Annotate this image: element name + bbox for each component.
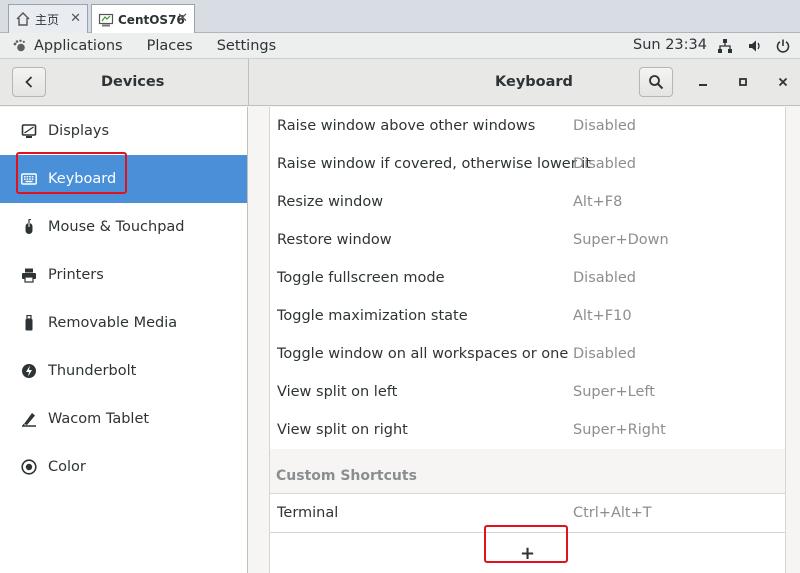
search-icon — [649, 75, 664, 90]
sidebar-item-label: Displays — [48, 123, 110, 139]
power-icon[interactable] — [774, 37, 792, 55]
shortcut-row[interactable]: View split on left Super+Left — [270, 373, 785, 411]
shortcut-row[interactable]: Toggle maximization state Alt+F10 — [270, 297, 785, 335]
custom-shortcuts-heading: Custom Shortcuts — [276, 468, 417, 484]
shortcut-accel: Super+Right — [573, 422, 666, 438]
keyboard-icon — [20, 170, 38, 188]
sidebar-item-mouse-touchpad[interactable]: Mouse & Touchpad — [0, 203, 247, 251]
applications-label: Applications — [34, 37, 123, 54]
color-icon — [20, 458, 38, 476]
vm-tab-strip: 主页 ✕ CentOS76 ✕ — [0, 0, 800, 34]
search-button[interactable] — [639, 67, 673, 97]
shortcut-name: Terminal — [277, 505, 339, 521]
settings-label: Settings — [216, 37, 277, 54]
usb-drive-icon — [20, 314, 38, 332]
shortcut-row[interactable]: Toggle fullscreen mode Disabled — [270, 259, 785, 297]
vm-tab-label: CentOS76 — [118, 12, 185, 27]
custom-shortcut-row-terminal[interactable]: Terminal Ctrl+Alt+T — [270, 494, 785, 532]
vm-screen-icon — [98, 12, 114, 28]
shortcut-row[interactable]: Restore window Super+Down — [270, 221, 785, 259]
shortcut-accel: Ctrl+Alt+T — [573, 505, 652, 521]
display-icon — [20, 122, 38, 140]
sidebar-item-wacom-tablet[interactable]: Wacom Tablet — [0, 395, 247, 443]
settings-menu[interactable]: Settings — [205, 33, 288, 59]
sidebar: Displays Keyboard Mouse & Touchpad Print… — [0, 107, 248, 573]
shortcut-row[interactable]: View split on right Super+Right — [270, 411, 785, 449]
sidebar-item-label: Mouse & Touchpad — [48, 219, 185, 235]
custom-shortcut-list: Terminal Ctrl+Alt+T + — [270, 493, 785, 573]
chevron-left-icon — [25, 76, 33, 88]
shortcut-name: Raise window if covered, otherwise lower… — [277, 156, 592, 172]
vm-tab-centos[interactable]: CentOS76 ✕ — [91, 4, 195, 34]
sidebar-item-label: Color — [48, 459, 86, 475]
sidebar-item-label: Removable Media — [48, 315, 178, 331]
top-bar: Applications Places Settings Sun 23:34 — [0, 33, 800, 59]
shortcut-name: View split on right — [277, 422, 408, 438]
shortcut-row[interactable]: Toggle window on all workspaces or one D… — [270, 335, 785, 373]
shortcut-accel: Super+Down — [573, 232, 669, 248]
shortcut-name: Raise window above other windows — [277, 118, 536, 134]
clock[interactable]: Sun 23:34 — [633, 37, 707, 53]
maximize-button[interactable] — [734, 73, 752, 91]
plus-icon: + — [519, 543, 536, 564]
add-shortcut-button[interactable]: + — [270, 533, 785, 573]
shortcut-accel: Super+Left — [573, 384, 655, 400]
shortcut-name: Resize window — [277, 194, 384, 210]
network-icon[interactable] — [716, 37, 734, 55]
gnome-foot-icon — [13, 39, 25, 51]
shortcut-name: View split on left — [277, 384, 398, 400]
volume-icon[interactable] — [746, 37, 764, 55]
shortcuts-panel: Raise window above other windows Disable… — [249, 107, 800, 573]
shortcut-name: Toggle fullscreen mode — [277, 270, 445, 286]
close-icon[interactable]: ✕ — [177, 11, 188, 26]
header-divider — [248, 59, 249, 106]
shortcut-accel: Disabled — [573, 346, 636, 362]
sidebar-item-keyboard[interactable]: Keyboard — [0, 155, 247, 203]
sidebar-item-thunderbolt[interactable]: Thunderbolt — [0, 347, 247, 395]
shortcut-row[interactable]: Raise window above other windows Disable… — [270, 107, 785, 145]
applications-menu[interactable]: Applications — [0, 33, 135, 59]
sidebar-item-label: Printers — [48, 267, 104, 283]
tablet-icon — [20, 410, 38, 428]
close-icon[interactable]: ✕ — [70, 11, 81, 26]
shortcut-accel: Disabled — [573, 118, 636, 134]
sidebar-item-displays[interactable]: Displays — [0, 107, 247, 155]
places-label: Places — [146, 37, 193, 54]
mouse-icon — [20, 218, 38, 236]
sidebar-item-label: Keyboard — [48, 171, 117, 187]
vm-tab-label: 主页 — [35, 12, 60, 27]
back-button[interactable] — [12, 67, 46, 97]
shortcut-row[interactable]: Resize window Alt+F8 — [270, 183, 785, 221]
shortcut-accel: Disabled — [573, 270, 636, 286]
places-menu[interactable]: Places — [135, 33, 205, 59]
maximize-icon — [739, 78, 747, 86]
shortcut-name: Toggle window on all workspaces or one — [277, 346, 569, 362]
page-title: Keyboard — [495, 74, 573, 90]
shortcut-name: Toggle maximization state — [277, 308, 468, 324]
close-icon — [778, 77, 788, 87]
shortcut-row[interactable]: Raise window if covered, otherwise lower… — [270, 145, 785, 183]
home-icon — [15, 11, 31, 27]
sidebar-item-label: Thunderbolt — [48, 363, 137, 379]
printer-icon — [20, 266, 38, 284]
sidebar-item-color[interactable]: Color — [0, 443, 247, 491]
header-bar: Devices Keyboard — [0, 59, 800, 106]
minimize-icon — [699, 84, 707, 86]
sidebar-title: Devices — [101, 74, 165, 90]
sidebar-item-printers[interactable]: Printers — [0, 251, 247, 299]
shortcut-accel: Alt+F8 — [573, 194, 623, 210]
minimize-button[interactable] — [694, 73, 712, 91]
shortcut-accel: Alt+F10 — [573, 308, 632, 324]
shortcut-list: Raise window above other windows Disable… — [269, 107, 786, 573]
close-button[interactable] — [774, 73, 792, 91]
vm-tab-home[interactable]: 主页 ✕ — [8, 4, 88, 33]
sidebar-item-removable-media[interactable]: Removable Media — [0, 299, 247, 347]
shortcut-name: Restore window — [277, 232, 392, 248]
sidebar-item-label: Wacom Tablet — [48, 411, 150, 427]
shortcut-accel: Disabled — [573, 156, 636, 172]
thunderbolt-icon — [20, 362, 38, 380]
